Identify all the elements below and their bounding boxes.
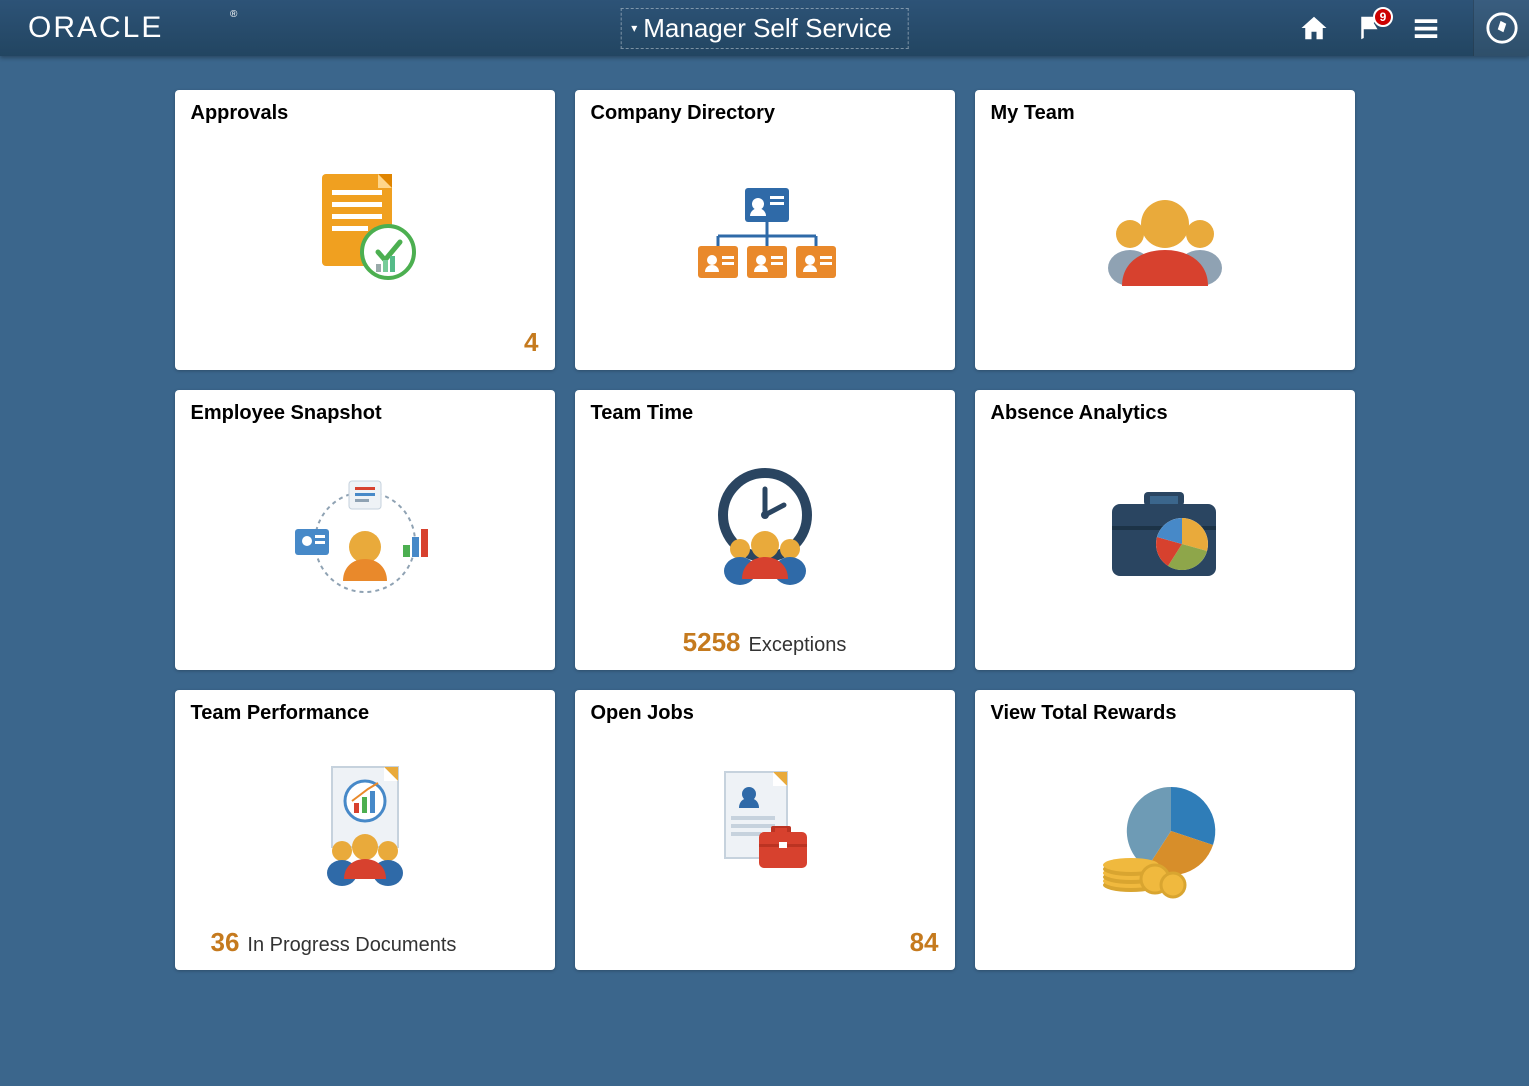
app-header: ORACLE ® ▾ Manager Self Service 9 [0,0,1529,56]
tile-footer: 84 [591,927,939,958]
tile-title: Open Jobs [591,702,939,725]
navbar-button[interactable] [1473,0,1529,56]
rewards-icon [991,725,1339,958]
tile-footer: 36 In Progress Documents [191,927,539,958]
tile-footer: 5258 Exceptions [591,627,939,658]
svg-text:ORACLE: ORACLE [28,13,163,43]
employee-snapshot-icon [191,425,539,658]
actions-menu-button[interactable] [1409,11,1443,45]
notification-badge: 9 [1373,7,1393,27]
home-icon [1299,13,1329,43]
tile-count: 84 [910,927,939,958]
tile-title: Company Directory [591,102,939,125]
tile-title: Team Performance [191,702,539,725]
tile-my-team[interactable]: My Team [975,90,1355,370]
compass-icon [1485,11,1519,45]
tile-view-total-rewards[interactable]: View Total Rewards [975,690,1355,970]
tile-company-directory[interactable]: Company Directory [575,90,955,370]
tile-title: View Total Rewards [991,702,1339,725]
tile-count: 5258 [683,627,741,658]
tile-title: Approvals [191,102,539,125]
org-chart-icon [591,125,939,358]
tile-title: My Team [991,102,1339,125]
team-icon [991,125,1339,358]
oracle-logo: ORACLE ® [28,13,239,43]
tile-count-label: In Progress Documents [247,934,456,957]
tile-team-time[interactable]: Team Time 5258 Exceptions [575,390,955,670]
tile-title: Employee Snapshot [191,402,539,425]
tile-footer: 4 [191,327,539,358]
tile-title: Team Time [591,402,939,425]
tile-count: 4 [524,327,538,358]
approvals-icon [191,125,539,327]
tile-grid: Approvals 4 Company Directory [0,56,1529,1004]
hamburger-icon [1411,13,1441,43]
tile-approvals[interactable]: Approvals 4 [175,90,555,370]
header-actions: 9 [1297,0,1517,56]
homepage-selector-dropdown[interactable]: ▾ Manager Self Service [620,8,909,49]
tile-count-label: Exceptions [749,634,847,657]
home-button[interactable] [1297,11,1331,45]
tile-open-jobs[interactable]: Open Jobs 84 [575,690,955,970]
briefcase-analytics-icon [991,425,1339,658]
team-time-icon [591,425,939,627]
open-jobs-icon [591,725,939,927]
tile-count: 36 [211,927,240,958]
notifications-button[interactable]: 9 [1353,11,1387,45]
team-performance-icon [191,725,539,927]
tile-absence-analytics[interactable]: Absence Analytics [975,390,1355,670]
tile-employee-snapshot[interactable]: Employee Snapshot [175,390,555,670]
caret-down-icon: ▾ [631,21,637,35]
tile-title: Absence Analytics [991,402,1339,425]
tile-team-performance[interactable]: Team Performance 36 In Progress Docu [175,690,555,970]
homepage-selector-label: Manager Self Service [643,13,892,44]
